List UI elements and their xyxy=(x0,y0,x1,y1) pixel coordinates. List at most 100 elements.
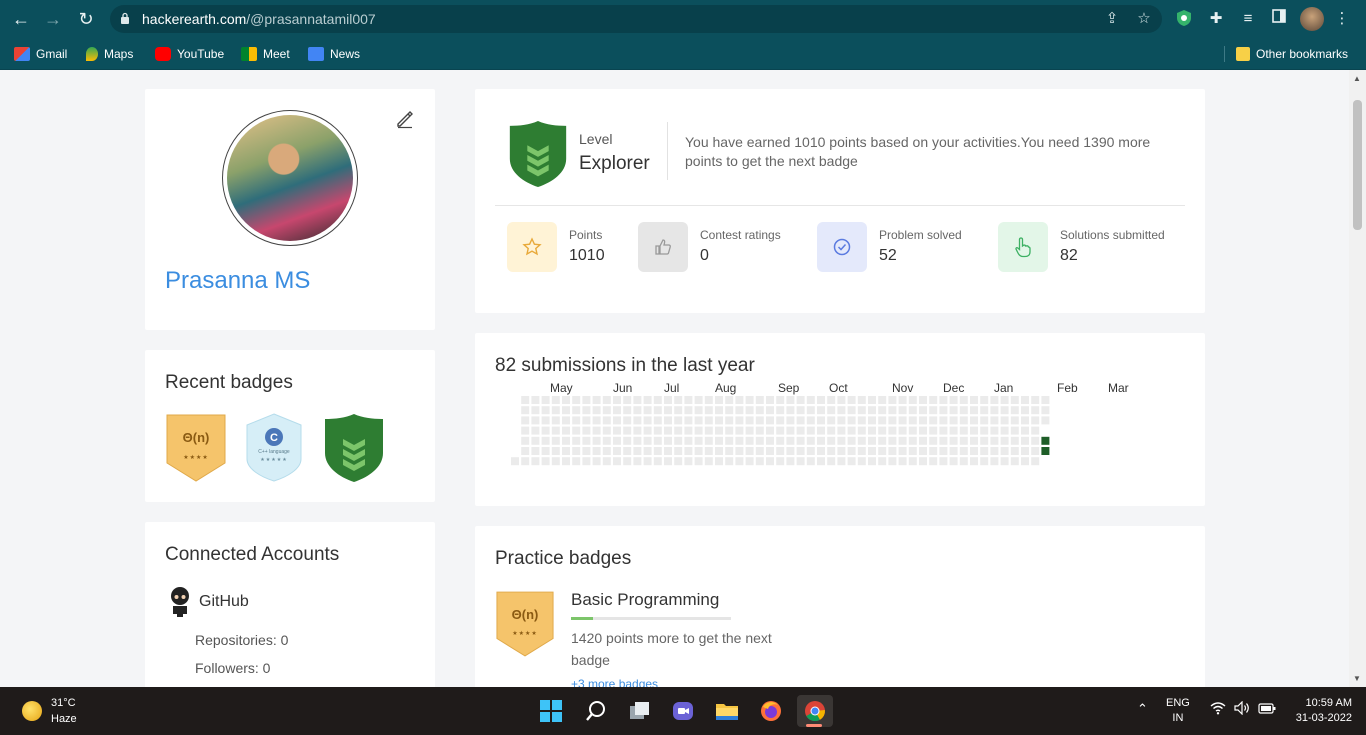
theta-n-badge[interactable]: Θ(n) ★★★★ xyxy=(165,413,227,483)
heatmap-cell xyxy=(613,406,621,415)
star-icon[interactable]: ☆ xyxy=(1136,11,1152,27)
hand-pointer-icon xyxy=(998,222,1048,272)
heatmap-cell xyxy=(633,406,642,415)
heatmap-cell xyxy=(796,436,805,445)
github-followers: Followers: 0 xyxy=(195,660,271,676)
heatmap-cell xyxy=(919,426,927,435)
heatmap-cell xyxy=(990,396,999,404)
heatmap-cell xyxy=(653,396,662,404)
bookmark-gmail[interactable]: Gmail xyxy=(14,44,67,64)
submissions-heatmap-card: 82 submissions in the last year May Jun … xyxy=(475,333,1205,506)
month-label: Dec xyxy=(943,381,965,395)
shield-extension-icon[interactable] xyxy=(1174,9,1194,29)
volume-icon[interactable] xyxy=(1234,700,1250,718)
puzzle-extension-icon[interactable]: ✚ xyxy=(1206,9,1226,29)
heatmap-cell xyxy=(827,416,836,425)
heatmap-cell xyxy=(1021,457,1029,466)
bookmark-maps[interactable]: Maps xyxy=(86,44,133,64)
explorer-shield-badge[interactable] xyxy=(323,413,385,483)
back-arrow-icon[interactable]: ← xyxy=(10,8,32,30)
bookmark-meet[interactable]: Meet xyxy=(241,44,290,64)
heatmap-cell xyxy=(592,416,601,425)
weather-condition[interactable]: Haze xyxy=(51,713,77,725)
share-icon[interactable]: ⇪ xyxy=(1104,11,1120,27)
search-icon[interactable] xyxy=(578,695,614,727)
chrome-icon[interactable] xyxy=(797,695,833,727)
heatmap-cell xyxy=(786,396,795,404)
lock-icon xyxy=(121,12,129,24)
heatmap-cell xyxy=(868,396,876,404)
heatmap-cell xyxy=(868,447,876,455)
heatmap-cell xyxy=(653,436,662,445)
heatmap-cell xyxy=(735,447,744,455)
start-windows-icon[interactable] xyxy=(533,695,569,727)
basic-programming-badge[interactable]: Θ(n) ★★★★ xyxy=(495,590,557,660)
heatmap-cell xyxy=(796,457,805,466)
reload-icon[interactable]: ↻ xyxy=(75,8,97,30)
battery-charging-icon[interactable] xyxy=(1258,701,1276,718)
file-explorer-icon[interactable] xyxy=(709,695,745,727)
heatmap-cell xyxy=(868,426,876,435)
heatmap-cell xyxy=(704,457,713,466)
bookmark-youtube[interactable]: YouTube xyxy=(155,44,224,64)
heatmap-cell xyxy=(970,416,978,425)
address-bar[interactable]: hackerearth.com/@prasannatamil007 ⇪ ☆ xyxy=(110,5,1162,33)
heatmap-cell xyxy=(786,436,795,445)
heatmap-cell xyxy=(704,406,713,415)
menu-kebab-icon[interactable]: ⋮ xyxy=(1332,9,1352,29)
language-indicator[interactable]: ENG IN xyxy=(1166,697,1190,724)
weather-temperature[interactable]: 31°C xyxy=(51,697,76,709)
heatmap-cell xyxy=(898,457,907,466)
edit-pencil-icon[interactable] xyxy=(395,109,415,129)
heatmap-cell xyxy=(776,416,785,425)
heatmap-cell xyxy=(1010,426,1019,435)
scroll-thumb[interactable] xyxy=(1353,100,1362,230)
heatmap-cell xyxy=(725,457,734,466)
show-hidden-icons-chevron-icon[interactable]: ⌃ xyxy=(1137,701,1148,717)
heatmap-cell xyxy=(868,416,876,425)
firefox-icon[interactable] xyxy=(753,695,789,727)
heatmap-cell xyxy=(602,416,611,425)
heatmap-cell xyxy=(980,406,989,415)
heatmap-cell xyxy=(694,436,703,445)
month-label: Sep xyxy=(778,381,800,395)
scroll-up-arrow-icon[interactable]: ▲ xyxy=(1353,74,1361,83)
heatmap-cell xyxy=(878,436,887,445)
heatmap-cell xyxy=(878,447,887,455)
heatmap-cell xyxy=(541,447,550,455)
heatmap-cell xyxy=(684,406,693,415)
level-stats-card: Level Explorer You have earned 1010 poin… xyxy=(475,89,1205,313)
heatmap-cell xyxy=(755,426,764,435)
heatmap-cell xyxy=(664,426,672,435)
page-scrollbar[interactable]: ▲ ▼ xyxy=(1349,70,1366,687)
heatmap-cell xyxy=(929,436,938,445)
github-account[interactable]: GitHub xyxy=(167,586,249,618)
heatmap-cell xyxy=(786,457,795,466)
forward-arrow-icon[interactable]: → xyxy=(42,8,64,30)
heatmap-cell xyxy=(919,447,927,455)
bookmark-other[interactable]: Other bookmarks xyxy=(1236,44,1348,64)
media-queue-icon[interactable]: ≡ xyxy=(1238,9,1258,29)
scroll-down-arrow-icon[interactable]: ▼ xyxy=(1353,674,1361,683)
wifi-icon[interactable] xyxy=(1210,701,1226,718)
cpp-language-badge[interactable]: C C++ language ★★★★★ xyxy=(243,413,305,483)
heatmap-cell xyxy=(531,447,540,455)
heatmap-cell xyxy=(959,396,968,404)
heatmap-cell xyxy=(929,406,938,415)
heatmap-cell xyxy=(949,447,958,455)
heatmap-cell xyxy=(551,447,560,455)
profile-avatar[interactable] xyxy=(1300,7,1324,31)
heatmap-cell xyxy=(572,436,581,445)
heatmap-cell xyxy=(908,447,917,455)
teams-chat-icon[interactable] xyxy=(665,695,701,727)
heatmap-cell xyxy=(837,457,846,466)
clock[interactable]: 10:59 AM 31-03-2022 xyxy=(1288,697,1352,724)
weather-sun-icon[interactable] xyxy=(22,701,42,721)
side-panel-icon[interactable] xyxy=(1269,9,1289,29)
bookmark-news[interactable]: News xyxy=(308,44,360,64)
heatmap-cell xyxy=(633,447,642,455)
heatmap-cell xyxy=(959,447,968,455)
task-view-icon[interactable] xyxy=(622,695,658,727)
heatmap-cell xyxy=(1041,396,1050,404)
heatmap-cell xyxy=(766,406,774,415)
